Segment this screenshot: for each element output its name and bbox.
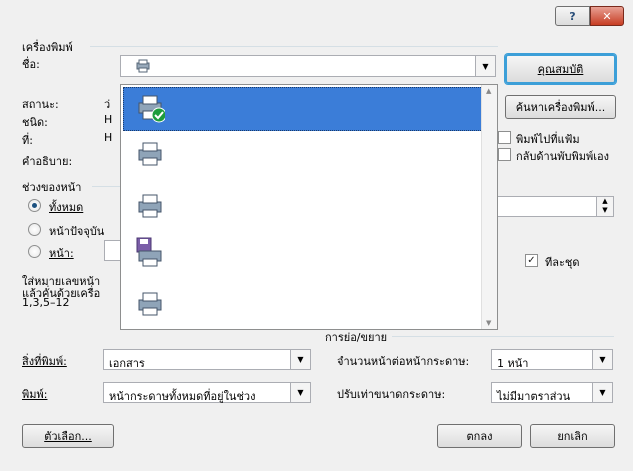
status-label: สถานะ: [22,98,59,111]
ok-label: ตกลง [466,430,493,443]
find-printer-label: ค้นหาเครื่องพิมพ์... [515,101,606,114]
chevron-down-icon[interactable]: ▼ [290,383,310,402]
properties-button[interactable]: คุณสมบัติ [505,54,616,84]
printer-group-line [90,46,498,47]
pages-per-sheet-value: 1 หน้า [497,357,529,370]
copies-input[interactable]: 1 [484,196,614,217]
where-value: H [104,131,113,144]
printer-icon [135,140,165,166]
range-pages-label: หน้า: [49,247,74,260]
page-range-title: ช่วงของหน้า [22,181,82,194]
zoom-group-line [392,336,614,337]
collate-checkbox[interactable]: ✓ [525,254,538,267]
scale-label: ปรับเท่าขนาดกระดาษ: [337,388,446,401]
print-to-file-checkbox[interactable] [498,131,511,144]
zoom-group-title: การย่อ/ขยาย [325,331,388,344]
print-what-label: สิ่งที่พิมพ์: [22,355,67,368]
printer-name-label: ชื่อ: [22,58,40,71]
printer-select[interactable]: ▼ [120,55,496,77]
options-label: ตัวเลือก... [44,430,92,443]
printer-fax-icon [135,237,165,267]
dropdown-scrollbar[interactable]: ▲ ▼ [481,85,497,329]
cancel-button[interactable]: ยกเลิก [530,424,615,448]
chevron-down-icon[interactable]: ▼ [290,350,310,369]
printer-dropdown-item-selected[interactable] [123,87,483,131]
where-label: ที่: [22,134,33,147]
range-all-radio[interactable] [28,199,41,212]
print-select[interactable]: หน้ากระดาษทั้งหมดที่อยู่ในช่วง ▼ [103,382,311,403]
type-value: H [104,113,113,126]
properties-button-label: คุณสมบัติ [537,63,584,76]
printer-group-title: เครื่องพิมพ์ [22,41,73,54]
help-icon: ? [569,9,576,23]
close-icon: ✕ [602,9,612,23]
comment-label: คำอธิบาย: [22,155,73,168]
range-all-label: ทั้งหมด [49,201,84,214]
print-to-file-label: พิมพ์ไปที่แฟ้ม [516,133,580,146]
range-hint-3: 1,3,5–12 [22,296,70,309]
copies-spinner[interactable]: ▲ ▼ [596,197,613,216]
cancel-label: ยกเลิก [557,430,588,443]
pages-per-sheet-label: จำนวนหน้าต่อหน้ากระดาษ: [337,355,470,368]
scroll-down-icon[interactable]: ▼ [486,319,491,327]
manual-duplex-label: กลับด้านพับพิมพ์เอง [516,150,609,163]
status-value: ว่ [104,98,111,111]
close-button[interactable]: ✕ [590,6,624,26]
print-what-select[interactable]: เอกสาร ▼ [103,349,311,370]
printer-icon [135,290,165,316]
find-printer-button[interactable]: ค้นหาเครื่องพิมพ์... [505,95,616,119]
printer-dropdown-list[interactable]: ▲ ▼ [120,84,498,330]
type-label: ชนิด: [22,116,48,129]
scroll-up-icon[interactable]: ▲ [486,87,491,95]
pages-per-sheet-select[interactable]: 1 หน้า ▼ [491,349,613,370]
collate-label: ทีละชุด [545,256,580,269]
page-range-line [92,186,122,187]
printer-small-icon [135,59,151,73]
print-label: พิมพ์: [22,388,48,401]
manual-duplex-checkbox[interactable] [498,148,511,161]
ok-button[interactable]: ตกลง [437,424,522,448]
chevron-down-icon[interactable]: ▼ [592,383,612,402]
options-button[interactable]: ตัวเลือก... [22,424,114,448]
help-button[interactable]: ? [555,6,590,26]
range-current-label: หน้าปัจจุบัน [49,225,105,238]
range-current-radio[interactable] [28,223,41,236]
printer-icon [135,192,165,218]
chevron-down-icon[interactable]: ▼ [475,56,495,76]
scale-select[interactable]: ไม่มีมาตราส่วน ▼ [491,382,613,403]
print-value: หน้ากระดาษทั้งหมดที่อยู่ในช่วง [109,390,256,403]
range-pages-radio[interactable] [28,245,41,258]
printer-default-icon [135,93,167,123]
scale-value: ไม่มีมาตราส่วน [497,390,571,403]
print-what-value: เอกสาร [109,357,145,370]
chevron-down-icon[interactable]: ▼ [592,350,612,369]
